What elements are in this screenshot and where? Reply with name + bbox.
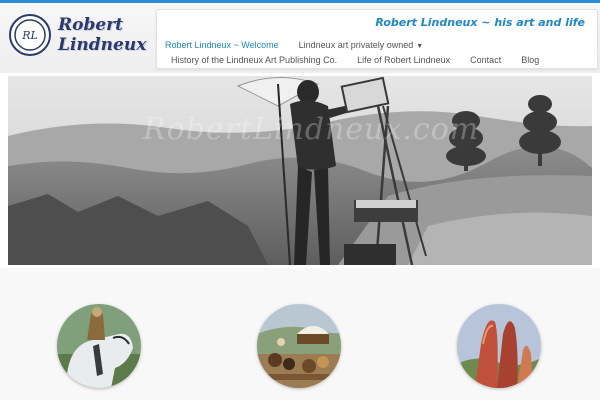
nav-item-blog[interactable]: Blog (521, 55, 539, 65)
nav-row-secondary: History of the Lindneux Art Publishing C… (171, 55, 559, 65)
logo-line-1: Robert (58, 15, 123, 35)
horse-rider-painting-icon (57, 304, 141, 388)
red-rock-formation-painting-icon (457, 304, 541, 388)
caret-down-icon: ▼ (416, 43, 424, 50)
nav-item-privately-owned-label: Lindneux art privately owned (298, 40, 414, 50)
site-header: RL Robert Lindneux Robert Lindneux ~ his… (0, 3, 600, 73)
painter-at-easel-photo-icon (8, 76, 592, 265)
logo-seal-letters: RL (21, 29, 38, 42)
hero-watermark: RobertLindneux.com (143, 112, 480, 147)
nav-item-welcome[interactable]: Robert Lindneux ~ Welcome (165, 40, 279, 50)
thumbnail-wagon-train[interactable] (257, 304, 341, 388)
logo-seal-icon: RL (9, 14, 51, 56)
logo-wordmark: Robert Lindneux (58, 15, 146, 55)
nav-item-privately-owned[interactable]: Lindneux art privately owned ▼ (299, 40, 424, 50)
nav-row-primary: Robert Lindneux ~ Welcome Lindneux art p… (165, 40, 443, 50)
navigation-panel: Robert Lindneux ~ his art and life Rober… (156, 9, 598, 69)
thumbnail-horse-rider[interactable] (57, 304, 141, 388)
wagon-train-painting-icon (257, 304, 341, 388)
hero-image: RobertLindneux.com (8, 76, 592, 265)
nav-item-contact[interactable]: Contact (470, 55, 501, 65)
nav-item-history[interactable]: History of the Lindneux Art Publishing C… (171, 55, 337, 65)
site-tagline: Robert Lindneux ~ his art and life (375, 16, 585, 29)
nav-item-life[interactable]: Life of Robert Lindneux (357, 55, 450, 65)
logo-line-2: Lindneux (58, 35, 147, 55)
thumbnail-red-rocks[interactable] (457, 304, 541, 388)
site-logo[interactable]: RL Robert Lindneux (8, 9, 148, 63)
